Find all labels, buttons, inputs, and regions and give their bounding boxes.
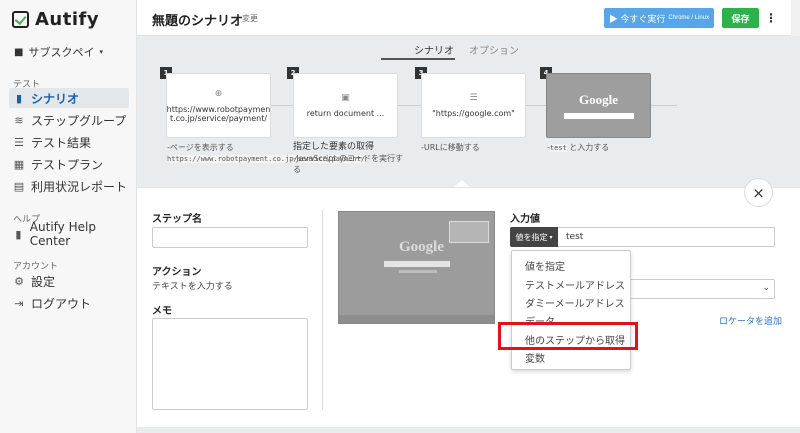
sidebar-item-logout[interactable]: ⇥ ログアウト [9,293,129,313]
run-now-button[interactable]: ▶ 今すぐ実行 Chrome / Linux [604,8,714,28]
sidebar-item-label: ステップグループ [31,113,127,128]
globe-icon: ⊕ [214,88,223,99]
step-description-2: 指定した要素の取得 -JavaScript のコードを実行する [293,142,403,175]
screenshot-buttons [399,270,437,273]
menu-item-variable[interactable]: 変数 [525,350,545,365]
run-environment: Chrome / Linux [668,15,710,21]
save-button[interactable]: 保存 [722,8,759,28]
tab-scenario[interactable]: シナリオ [414,42,454,57]
step-card-4[interactable]: Google [546,73,651,138]
book-icon: ▮ [15,227,22,241]
app-name: Autify [35,9,100,30]
highlight-box [498,322,638,350]
sidebar-item-label: シナリオ [31,91,80,106]
sidebar-item-step-group[interactable]: ≋ ステップグループ [9,110,129,130]
sidebar: Autify ■ サブスクペイ ▾ テスト ▮ シナリオ ≋ ステップグループ … [0,0,137,433]
step-desc-text: -ページを表示する [167,143,234,152]
logout-icon: ⇥ [14,296,24,310]
sidebar-item-help-center[interactable]: ▮ Autify Help Center [9,220,129,248]
sidebar-item-label: テスト結果 [31,135,92,150]
locator-select[interactable]: ⌄ [629,279,775,299]
step-name-input[interactable] [152,227,308,248]
screenshot-search-box [384,261,450,267]
step-content: return document ... [306,109,385,118]
bottom-band [137,427,800,433]
sidebar-item-label: 利用状況レポート [31,179,128,194]
sidebar-item-label: Autify Help Center [29,220,96,248]
menu-item-specify-value[interactable]: 値を指定 [525,258,565,273]
value-source-label: 値を指定 [515,232,548,242]
gear-icon: ⚙ [14,274,24,288]
change-title-link[interactable]: 変更 [242,13,258,24]
step-card-1[interactable]: ⊕ https://www.robotpaymen t.co.jp/servic… [166,73,271,138]
memo-textarea[interactable] [152,318,308,410]
caret-down-icon: ▾ [549,233,553,241]
code-icon: ▣ [341,93,350,103]
value-source-menu: 値を指定 テストメールアドレス ダミーメールアドレス データ 他のステップから取… [511,250,631,370]
step-desc-code: test [549,144,567,152]
screenshot-highlight [449,221,489,243]
tab-options[interactable]: オプション [469,42,519,57]
memo-label: メモ [152,306,172,317]
scrollbar[interactable] [791,0,800,36]
menu-item-test-email[interactable]: テストメールアドレス [525,277,625,292]
step-content: "https://google.com" [432,109,515,118]
step-description-4: -test と入力する [547,142,657,154]
sidebar-item-scenario[interactable]: ▮ シナリオ [9,88,129,108]
sidebar-item-usage-report[interactable]: ▤ 利用状況レポート [9,176,129,196]
close-icon[interactable]: × [744,178,773,207]
thumb-search-box [563,113,634,119]
step-screenshot[interactable]: Google [338,211,495,324]
report-icon: ▤ [13,179,25,193]
workspace-selector[interactable]: ■ サブスクペイ ▾ [14,44,103,60]
steps-row: 1 ⊕ https://www.robotpaymen t.co.jp/serv… [137,60,800,187]
step-desc-text: と入力する [566,143,610,152]
action-label: アクション [152,267,202,278]
list-icon: ☰ [469,93,478,103]
page-title: 無題のシナリオ [152,14,244,29]
tab-bar: シナリオ オプション [137,36,800,60]
google-logo: Google [579,92,618,107]
caret-down-icon: ▾ [99,48,103,56]
layers-icon: ≋ [14,113,24,127]
add-locator-link[interactable]: ロケータを追加 [719,314,782,327]
run-label: ▶ 今すぐ実行 [608,13,666,24]
calendar-icon: ▦ [13,157,25,171]
autify-logo-icon [12,11,29,28]
screenshot-footer [339,315,494,323]
sidebar-item-label: テストプラン [31,157,104,172]
sidebar-item-label: ログアウト [31,296,92,311]
folder-icon: ■ [14,46,24,58]
step-desc-text: -JavaScript のコードを実行する [293,154,403,174]
step-desc-title: 指定した要素の取得 [293,142,375,152]
value-source-dropdown[interactable]: 値を指定 ▾ [510,227,558,247]
workspace-name: サブスクペイ [28,46,95,59]
screenshot-logo: Google [399,239,444,255]
action-value: テキストを入力する [152,282,233,292]
input-value-label: 入力値 [510,214,540,225]
chevron-down-icon: ⌄ [762,283,770,293]
app-logo[interactable]: Autify [12,9,99,30]
menu-item-dummy-email[interactable]: ダミーメールアドレス [525,295,625,310]
list-icon: ☰ [14,135,24,149]
header: 無題のシナリオ 変更 ▶ 今すぐ実行 Chrome / Linux 保存 ⋮ [137,0,800,36]
sidebar-item-test-results[interactable]: ☰ テスト結果 [9,132,129,152]
input-value-field[interactable]: test [558,227,775,247]
step-description-3: -URLに移動する [421,143,480,152]
step-card-2[interactable]: ▣ return document ... [293,73,398,138]
more-options-icon[interactable]: ⋮ [765,8,777,28]
panel-divider [322,210,323,410]
step-content: https://www.robotpaymen t.co.jp/service/… [166,104,271,123]
step-description-1: -ページを表示する https://www.robotpayment.co.jp… [167,142,366,165]
sidebar-item-label: 設定 [31,274,56,289]
sidebar-item-settings[interactable]: ⚙ 設定 [9,271,129,291]
step-name-label: ステップ名 [152,214,202,225]
book-icon: ▮ [15,91,23,105]
step-card-3[interactable]: ☰ "https://google.com" [421,73,526,138]
sidebar-item-test-plan[interactable]: ▦ テストプラン [9,154,129,174]
